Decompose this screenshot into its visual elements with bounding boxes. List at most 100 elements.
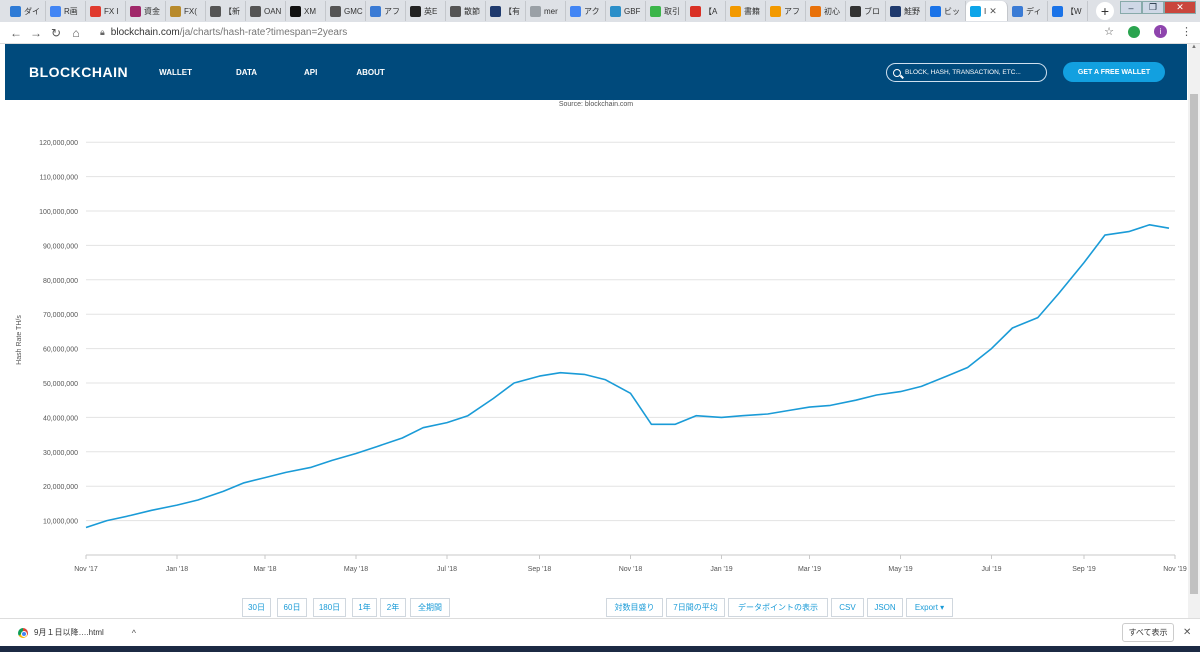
browser-tab[interactable]: I ✕ <box>966 1 1008 21</box>
minimize-button[interactable]: ‒ <box>1120 1 1142 14</box>
back-button[interactable]: ← <box>6 26 26 40</box>
close-icon[interactable]: ✕ <box>1183 627 1191 638</box>
nav-wallet[interactable]: WALLET <box>159 68 192 77</box>
range-1y-button[interactable]: 1年 <box>352 598 377 617</box>
browser-tab[interactable]: 【A <box>686 1 726 21</box>
browser-tab[interactable]: 初心 <box>806 1 846 21</box>
browser-tab[interactable]: mer <box>526 1 566 21</box>
maximize-button[interactable]: ❐ <box>1142 1 1164 14</box>
tab-label: アフ <box>384 6 400 16</box>
y-tick-label: 80,000,000 <box>43 278 78 285</box>
scrollbar-thumb[interactable] <box>1190 94 1198 594</box>
y-tick-label: 50,000,000 <box>43 381 78 388</box>
browser-tab[interactable]: ディ <box>1008 1 1048 21</box>
browser-tab[interactable]: GMC <box>326 1 366 21</box>
y-tick-label: 10,000,000 <box>43 519 78 526</box>
close-tab-icon[interactable]: ✕ <box>989 6 997 17</box>
browser-tab[interactable]: ビッ <box>926 1 966 21</box>
show-all-downloads-button[interactable]: すべて表示 <box>1122 623 1174 642</box>
menu-icon[interactable]: ⋮ <box>1181 25 1192 38</box>
lock-icon: 🔒︎ <box>100 27 105 37</box>
url-field[interactable]: 🔒︎ blockchain.com/ja/charts/hash-rate?ti… <box>100 27 347 38</box>
tab-label: FX I <box>104 6 119 16</box>
tab-label: 散節 <box>464 6 480 16</box>
browser-tab[interactable]: FX( <box>166 1 206 21</box>
tab-label: ダイ <box>24 6 40 16</box>
tab-label: ディ <box>1026 6 1042 16</box>
bookmark-star-icon[interactable]: ☆ <box>1104 25 1114 38</box>
search-input[interactable]: BLOCK, HASH, TRANSACTION, ETC... <box>886 63 1047 82</box>
browser-tab[interactable]: 【新 <box>206 1 246 21</box>
nav-api[interactable]: API <box>304 68 317 77</box>
browser-tab[interactable]: 鮭野 <box>886 1 926 21</box>
tab-label: XM <box>304 6 316 16</box>
nav-about[interactable]: ABOUT <box>356 68 384 77</box>
y-axis-label: Hash Rate TH/s <box>16 315 23 365</box>
reload-button[interactable]: ↻ <box>46 26 66 40</box>
tab-favicon-icon <box>170 5 181 17</box>
home-button[interactable]: ⌂ <box>66 26 86 40</box>
forward-button[interactable]: → <box>26 26 46 40</box>
csv-button[interactable]: CSV <box>831 598 864 617</box>
browser-tab[interactable]: 【有 <box>486 1 526 21</box>
address-bar: ← → ↻ ⌂ 🔒︎ blockchain.com/ja/charts/hash… <box>0 22 1200 44</box>
range-2y-button[interactable]: 2年 <box>380 598 406 617</box>
chrome-icon <box>18 627 28 638</box>
range-60d-button[interactable]: 60日 <box>277 598 307 617</box>
browser-tab[interactable]: ブロ <box>846 1 886 21</box>
tab-favicon-icon <box>210 5 221 17</box>
scroll-up-arrow-icon[interactable]: ▲ <box>1188 44 1200 54</box>
show-datapoints-button[interactable]: データポイントの表示 <box>728 598 828 617</box>
profile-avatar[interactable]: i <box>1154 25 1167 38</box>
tab-label: R画 <box>64 6 78 16</box>
extension-icon[interactable] <box>1128 25 1140 38</box>
url-host: blockchain.com <box>110 27 180 38</box>
browser-tab[interactable]: 英E <box>406 1 446 21</box>
browser-tab[interactable]: 【W <box>1048 1 1088 21</box>
range-180d-button[interactable]: 180日 <box>313 598 346 617</box>
export-button[interactable]: Export ▾ <box>906 598 953 617</box>
tab-label: GMC <box>344 6 363 16</box>
range-30d-button[interactable]: 30日 <box>242 598 271 617</box>
browser-tab[interactable]: 資金 <box>126 1 166 21</box>
x-tick-label: Nov '17 <box>74 566 98 573</box>
seven-day-average-button[interactable]: 7日間の平均 <box>666 598 725 617</box>
browser-tab[interactable]: GBF <box>606 1 646 21</box>
tab-label: 取引 <box>664 6 680 16</box>
range-all-button[interactable]: 全期間 <box>410 598 450 617</box>
browser-tab[interactable]: アフ <box>766 1 806 21</box>
y-tick-label: 60,000,000 <box>43 347 78 354</box>
tab-label: ブロ <box>864 6 880 16</box>
chart-controls: 30日 60日 180日 1年 2年 全期間 対数目盛り 7日間の平均 データポ… <box>5 598 1187 618</box>
browser-tab[interactable]: FX I <box>86 1 126 21</box>
y-tick-label: 40,000,000 <box>43 415 78 422</box>
tab-favicon-icon <box>970 5 981 17</box>
browser-tab[interactable]: XM <box>286 1 326 21</box>
toolbar-right: ☆ i ⋮ <box>1104 25 1192 38</box>
log-scale-button[interactable]: 対数目盛り <box>606 598 663 617</box>
json-button[interactable]: JSON <box>867 598 903 617</box>
browser-tab[interactable]: アク <box>566 1 606 21</box>
get-wallet-button[interactable]: GET A FREE WALLET <box>1063 62 1165 82</box>
tab-label: GBF <box>624 6 641 16</box>
y-tick-label: 120,000,000 <box>39 140 78 147</box>
browser-tab[interactable]: アフ <box>366 1 406 21</box>
site-logo[interactable]: BLOCKCHAIN <box>29 64 128 80</box>
tab-label: OAN <box>264 6 282 16</box>
browser-tab[interactable]: 散節 <box>446 1 486 21</box>
browser-tab[interactable]: ダイ <box>6 1 46 21</box>
browser-tab[interactable]: R画 <box>46 1 86 21</box>
chevron-up-icon[interactable]: ^ <box>132 628 136 638</box>
page-scrollbar[interactable]: ▲ <box>1188 44 1200 618</box>
hash-rate-series-line <box>85 224 1170 529</box>
x-tick-label: Mar '18 <box>253 566 276 573</box>
chart-source: Source: blockchain.com <box>558 101 634 108</box>
nav-data[interactable]: DATA <box>236 68 257 77</box>
browser-tab[interactable]: 書籍 <box>726 1 766 21</box>
tab-favicon-icon <box>250 5 261 17</box>
new-tab-button[interactable]: + <box>1096 2 1114 20</box>
browser-tab[interactable]: 取引 <box>646 1 686 21</box>
browser-tab[interactable]: OAN <box>246 1 286 21</box>
download-item[interactable]: 9月１日以降….html ^ <box>18 627 136 638</box>
close-window-button[interactable]: ✕ <box>1164 1 1196 14</box>
